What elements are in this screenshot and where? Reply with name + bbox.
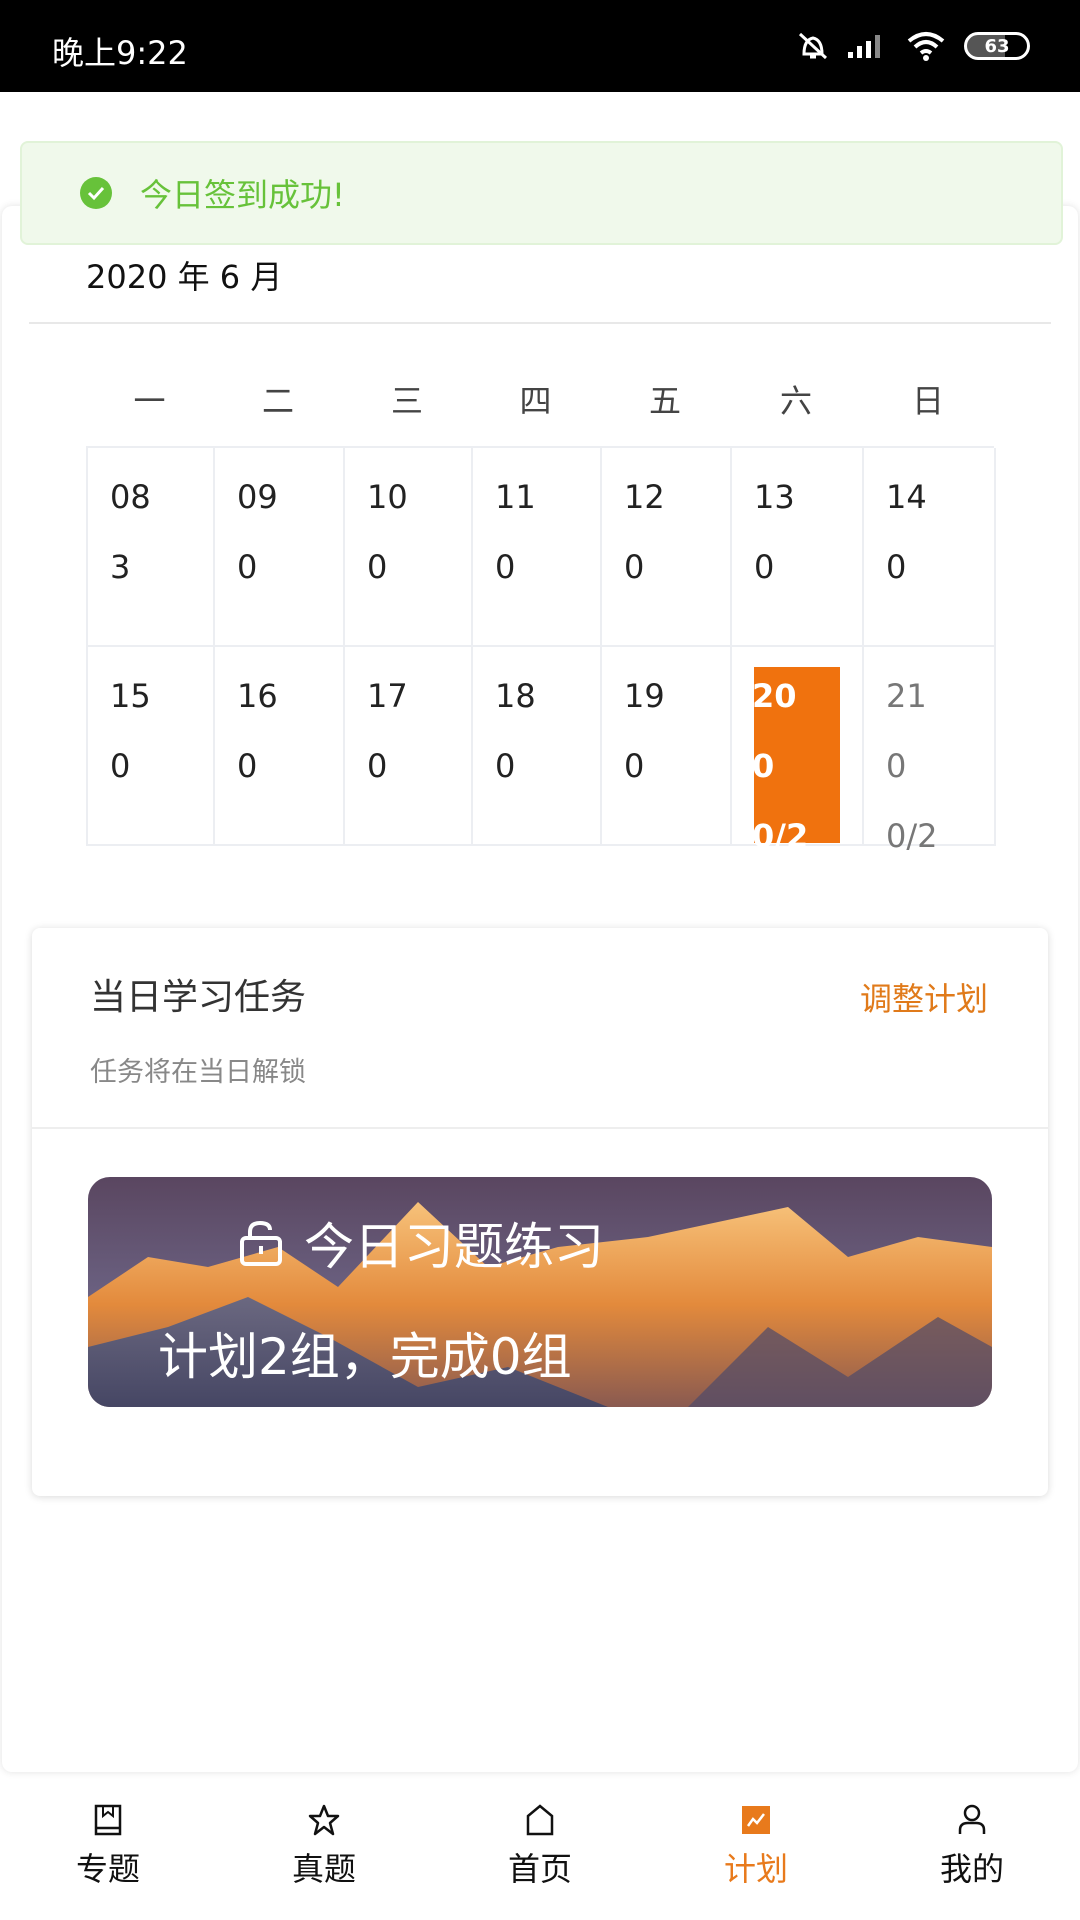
divider	[29, 322, 1051, 324]
calendar-day-cell[interactable]: 08 3	[88, 448, 215, 647]
day-count: 0	[495, 548, 516, 586]
day-day: 18	[495, 677, 536, 715]
battery-indicator: 63	[964, 32, 1030, 60]
weekday: 三	[390, 382, 423, 420]
nav-topics[interactable]: 专题	[0, 1780, 216, 1920]
day-day: 17	[367, 677, 408, 715]
day-count: 0	[752, 747, 775, 785]
calendar-day-cell[interactable]: 12 0	[602, 448, 732, 647]
nav-label: 我的	[939, 1850, 1004, 1888]
toast-message: 今日签到成功!	[140, 176, 345, 214]
adjust-plan-button[interactable]: 调整计划	[860, 974, 988, 1020]
day-count: 0	[754, 548, 775, 586]
day-day: 09	[237, 478, 278, 516]
nav-label: 计划	[723, 1850, 788, 1888]
day-count: 0	[367, 747, 388, 785]
weekday: 六	[779, 382, 812, 420]
day-day: 21	[886, 677, 927, 715]
home-icon	[526, 1804, 554, 1836]
weekday: 五	[648, 382, 681, 420]
banner-title: 今日习题练习	[304, 1218, 604, 1276]
day-day: 15	[110, 677, 151, 715]
weekday: 日	[911, 382, 944, 420]
unlock-icon	[240, 1220, 282, 1266]
calendar-day-cell[interactable]: 16 0	[215, 647, 345, 846]
divider	[32, 1127, 1048, 1129]
day-count: 0	[237, 548, 258, 586]
calendar-day-cell[interactable]: 17 0	[345, 647, 473, 846]
day-count: 3	[110, 548, 131, 586]
day-day: 20	[752, 677, 797, 715]
task-title: 当日学习任务	[90, 977, 307, 1018]
mute-bell-icon	[798, 32, 828, 60]
day-day: 12	[624, 478, 665, 516]
day-day: 13	[754, 478, 795, 516]
calendar-day-cell[interactable]: 11 0	[473, 448, 602, 647]
bottom-nav: 专题 真题 首页 计划 我的	[0, 1780, 1080, 1920]
day-count: 0	[624, 747, 645, 785]
day-count: 0	[624, 548, 645, 586]
star-icon	[308, 1804, 340, 1836]
calendar-day-cell[interactable]: 13 0	[732, 448, 864, 647]
day-count: 0	[886, 747, 907, 785]
day-day: 19	[624, 677, 665, 715]
nav-label: 首页	[507, 1850, 572, 1888]
nav-plan[interactable]: 计划	[648, 1780, 864, 1920]
user-icon	[958, 1804, 986, 1834]
check-circle-icon	[80, 177, 112, 209]
calendar-day-cell[interactable]: 19 0	[602, 647, 732, 846]
day-count: 0	[495, 747, 516, 785]
day-progress: 0/2	[886, 817, 938, 855]
calendar-day-cell[interactable]: 09 0	[215, 448, 345, 647]
day-day: 11	[495, 478, 536, 516]
day-count: 0	[367, 548, 388, 586]
calendar-day-cell[interactable]: 10 0	[345, 448, 473, 647]
day-day: 14	[886, 478, 927, 516]
book-icon	[94, 1804, 122, 1836]
weekday: 一	[133, 382, 166, 420]
day-day: 16	[237, 677, 278, 715]
signal-icon	[848, 35, 880, 58]
day-count: 0	[110, 747, 131, 785]
calendar-day-cell[interactable]: 14 0	[864, 448, 996, 647]
success-toast: 今日签到成功!	[20, 141, 1063, 245]
calendar-day-cell[interactable]: 20 0 0/2	[732, 647, 864, 855]
daily-task-card: 当日学习任务 调整计划 任务将在当日解锁 今日习题练习 计划2组，完成0组	[32, 928, 1048, 1496]
day-day: 08	[110, 478, 151, 516]
nav-label: 专题	[75, 1850, 140, 1888]
weekday: 四	[519, 382, 552, 420]
daily-practice-banner[interactable]: 今日习题练习 计划2组，完成0组	[88, 1177, 992, 1407]
wifi-icon	[907, 32, 945, 61]
status-time: 晚上9:22	[52, 34, 188, 72]
task-subtitle: 任务将在当日解锁	[90, 1057, 306, 1088]
weekday-header: 一 二 三 四 五 六 日	[86, 376, 994, 422]
calendar-day-cell[interactable]: 15 0	[88, 647, 215, 846]
day-day: 10	[367, 478, 408, 516]
day-progress: 0/2	[752, 817, 809, 855]
calendar-day-cell[interactable]: 21 0 0/2	[864, 647, 996, 855]
day-count: 0	[237, 747, 258, 785]
month-label: 2020 年 6 月	[86, 258, 283, 296]
calendar-day-cell[interactable]: 18 0	[473, 647, 602, 846]
status-bar: 晚上9:22 63	[0, 0, 1080, 92]
day-count: 0	[886, 548, 907, 586]
chart-icon	[742, 1806, 770, 1834]
calendar-grid: 08 3 09 0 10 0 11 0 12 0 13 0 14 0 15 0 16 0 17 0 18 0 19 0 20 0 0…	[86, 446, 996, 855]
nav-mine[interactable]: 我的	[864, 1780, 1080, 1920]
nav-home[interactable]: 首页	[432, 1780, 648, 1920]
nav-label: 真题	[291, 1850, 356, 1888]
nav-past-papers[interactable]: 真题	[216, 1780, 432, 1920]
weekday: 二	[261, 382, 294, 420]
banner-summary: 计划2组，完成0组	[158, 1328, 572, 1386]
